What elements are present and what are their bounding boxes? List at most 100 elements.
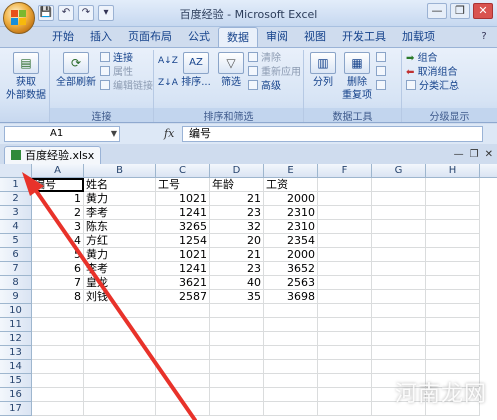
column-header-g[interactable]: G <box>372 164 426 178</box>
cell-b11[interactable] <box>84 318 156 332</box>
row-header-16[interactable]: 16 <box>0 388 32 402</box>
cell-e5[interactable]: 2354 <box>264 234 318 248</box>
cell-a8[interactable]: 7 <box>32 276 84 290</box>
cell-f8[interactable] <box>318 276 372 290</box>
cell-h1[interactable] <box>426 178 480 192</box>
chevron-down-icon[interactable]: ▼ <box>111 127 117 141</box>
minimize-button[interactable]: — <box>427 3 447 19</box>
cell-c1[interactable]: 工号 <box>156 178 210 192</box>
column-header-e[interactable]: E <box>264 164 318 178</box>
workbook-tab[interactable]: 百度经验.xlsx <box>4 146 102 164</box>
column-header-h[interactable]: H <box>426 164 480 178</box>
cell-f6[interactable] <box>318 248 372 262</box>
cell-f15[interactable] <box>318 374 372 388</box>
text-to-columns-button[interactable]: ▥ 分列 <box>308 52 338 89</box>
tab-data[interactable]: 数据 <box>218 27 258 47</box>
cell-e6[interactable]: 2000 <box>264 248 318 262</box>
cell-f12[interactable] <box>318 332 372 346</box>
cell-g1[interactable] <box>372 178 426 192</box>
cell-h8[interactable] <box>426 276 480 290</box>
refresh-all-button[interactable]: ⟳ 全部刷新 <box>54 52 98 89</box>
cell-g10[interactable] <box>372 304 426 318</box>
cell-h13[interactable] <box>426 346 480 360</box>
name-box[interactable]: A1 ▼ <box>4 126 120 142</box>
cell-h3[interactable] <box>426 206 480 220</box>
row-header-7[interactable]: 7 <box>0 262 32 276</box>
cell-b2[interactable]: 黄力 <box>84 192 156 206</box>
subtotal-button[interactable]: 分类汇总 <box>406 80 459 94</box>
close-button[interactable]: ✕ <box>473 3 493 19</box>
cell-b7[interactable]: 李考 <box>84 262 156 276</box>
help-icon[interactable]: ? <box>477 30 491 44</box>
cell-b14[interactable] <box>84 360 156 374</box>
cell-d7[interactable]: 23 <box>210 262 264 276</box>
cell-h10[interactable] <box>426 304 480 318</box>
cell-g6[interactable] <box>372 248 426 262</box>
cell-h6[interactable] <box>426 248 480 262</box>
cell-b13[interactable] <box>84 346 156 360</box>
cell-a1[interactable]: 编号 <box>32 178 84 192</box>
row-header-9[interactable]: 9 <box>0 290 32 304</box>
cell-h2[interactable] <box>426 192 480 206</box>
cell-c4[interactable]: 3265 <box>156 220 210 234</box>
cell-g9[interactable] <box>372 290 426 304</box>
cell-h5[interactable] <box>426 234 480 248</box>
sort-az-icon[interactable]: A↓Z <box>158 54 178 68</box>
cell-e10[interactable] <box>264 304 318 318</box>
row-header-10[interactable]: 10 <box>0 304 32 318</box>
properties-button[interactable]: 属性 <box>100 66 133 80</box>
remove-duplicates-button[interactable]: ▦ 删除 重复项 <box>340 52 374 102</box>
cell-f9[interactable] <box>318 290 372 304</box>
row-header-17[interactable]: 17 <box>0 402 32 416</box>
filter-button[interactable]: ▽ 筛选 <box>216 52 246 89</box>
cell-b6[interactable]: 黄力 <box>84 248 156 262</box>
cell-f5[interactable] <box>318 234 372 248</box>
column-header-b[interactable]: B <box>84 164 156 178</box>
cell-f2[interactable] <box>318 192 372 206</box>
cell-d17[interactable] <box>210 402 264 416</box>
cell-b9[interactable]: 刘钱 <box>84 290 156 304</box>
cell-g12[interactable] <box>372 332 426 346</box>
cell-c7[interactable]: 1241 <box>156 262 210 276</box>
tab-review[interactable]: 审阅 <box>258 27 296 47</box>
cell-f7[interactable] <box>318 262 372 276</box>
cell-a4[interactable]: 3 <box>32 220 84 234</box>
cell-c9[interactable]: 2587 <box>156 290 210 304</box>
group-button[interactable]: ➡ 组合 <box>406 52 438 66</box>
cell-f16[interactable] <box>318 388 372 402</box>
get-external-data-button[interactable]: ▤ 获取 外部数据 <box>6 52 46 102</box>
restore-button[interactable]: ❐ <box>450 3 470 19</box>
cell-e12[interactable] <box>264 332 318 346</box>
cell-d11[interactable] <box>210 318 264 332</box>
cell-d1[interactable]: 年龄 <box>210 178 264 192</box>
cell-g7[interactable] <box>372 262 426 276</box>
cell-b10[interactable] <box>84 304 156 318</box>
cell-f14[interactable] <box>318 360 372 374</box>
cell-b5[interactable]: 方红 <box>84 234 156 248</box>
cell-h9[interactable] <box>426 290 480 304</box>
sort-za-icon[interactable]: Z↓A <box>158 76 178 90</box>
cell-e13[interactable] <box>264 346 318 360</box>
cell-c6[interactable]: 1021 <box>156 248 210 262</box>
cell-a3[interactable]: 2 <box>32 206 84 220</box>
cell-c16[interactable] <box>156 388 210 402</box>
cell-c3[interactable]: 1241 <box>156 206 210 220</box>
cell-e14[interactable] <box>264 360 318 374</box>
cell-a15[interactable] <box>32 374 84 388</box>
cell-b3[interactable]: 李考 <box>84 206 156 220</box>
cell-h12[interactable] <box>426 332 480 346</box>
row-header-13[interactable]: 13 <box>0 346 32 360</box>
cell-d12[interactable] <box>210 332 264 346</box>
row-header-5[interactable]: 5 <box>0 234 32 248</box>
row-header-3[interactable]: 3 <box>0 206 32 220</box>
cell-a2[interactable]: 1 <box>32 192 84 206</box>
cell-g13[interactable] <box>372 346 426 360</box>
cell-e9[interactable]: 3698 <box>264 290 318 304</box>
formula-input[interactable]: 编号 <box>182 126 483 142</box>
cell-c5[interactable]: 1254 <box>156 234 210 248</box>
row-header-2[interactable]: 2 <box>0 192 32 206</box>
cell-d15[interactable] <box>210 374 264 388</box>
cell-a17[interactable] <box>32 402 84 416</box>
cell-a5[interactable]: 4 <box>32 234 84 248</box>
cell-b16[interactable] <box>84 388 156 402</box>
